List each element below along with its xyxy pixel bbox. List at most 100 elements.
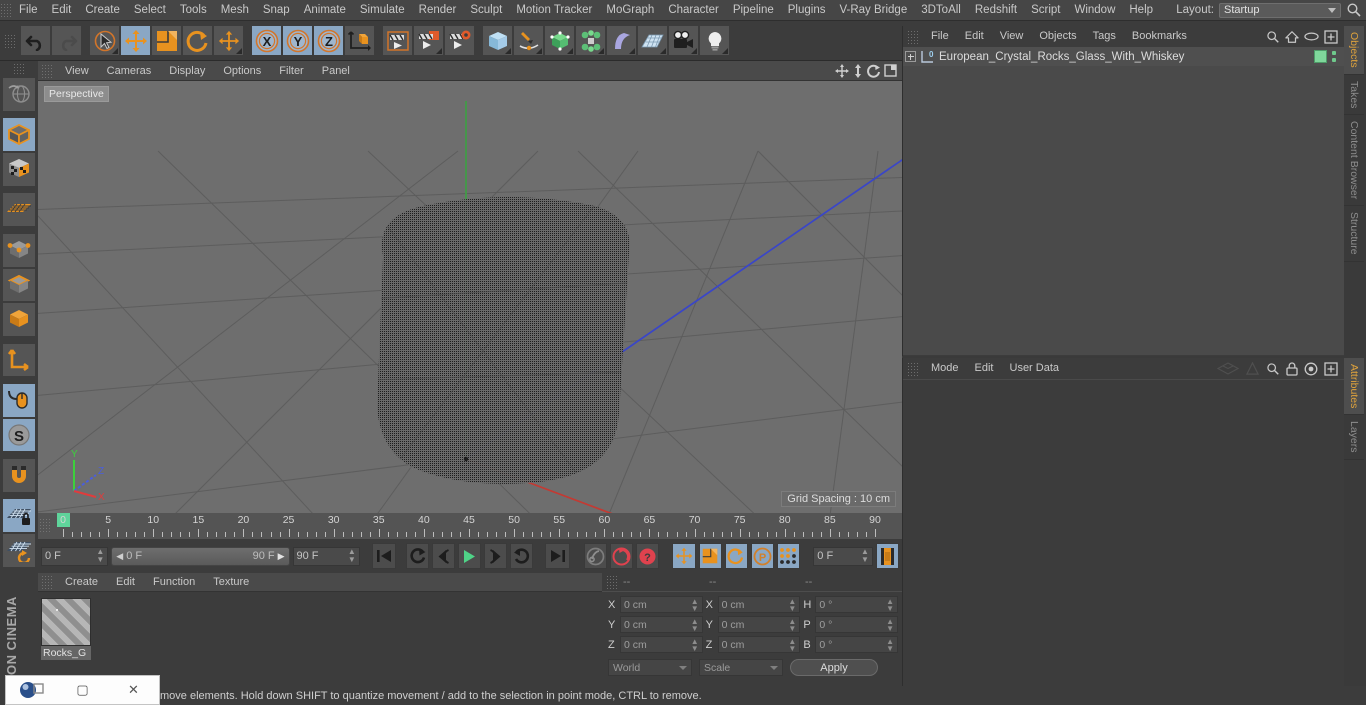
menu-render[interactable]: Render xyxy=(412,0,464,21)
polygons-mode-button[interactable] xyxy=(2,302,36,337)
object-grip[interactable] xyxy=(907,29,919,44)
layout-dropdown[interactable]: Startup xyxy=(1219,2,1341,18)
move-axis-tool[interactable] xyxy=(213,25,244,56)
step-back-button[interactable] xyxy=(432,543,456,569)
render-settings-button[interactable] xyxy=(444,25,475,56)
menu-snap[interactable]: Snap xyxy=(256,0,297,21)
cone-icon[interactable] xyxy=(1245,361,1260,376)
record-active-objects-button[interactable] xyxy=(583,543,607,569)
position-z-field[interactable]: 0 cm ▲ ▼ xyxy=(620,636,703,653)
record-pla-button[interactable]: P xyxy=(750,543,774,569)
lock-x-axis-button[interactable]: X xyxy=(251,25,282,56)
vertical-tab-structure[interactable]: Structure xyxy=(1344,206,1364,262)
menu-simulate[interactable]: Simulate xyxy=(353,0,412,21)
transform-mode-dropdown[interactable]: Scale xyxy=(699,659,783,676)
add-spline-button[interactable] xyxy=(513,25,544,56)
workplane-mode-button[interactable] xyxy=(2,192,36,228)
stepper-icon[interactable]: ▲ ▼ xyxy=(861,548,869,564)
plus-box-icon[interactable] xyxy=(1324,361,1338,376)
plus-box-icon[interactable] xyxy=(1324,29,1338,44)
expand-icon[interactable] xyxy=(905,51,916,62)
move-tool[interactable] xyxy=(120,25,151,56)
attribute-menu-edit[interactable]: Edit xyxy=(967,358,1002,379)
viewport-menu-view[interactable]: View xyxy=(56,61,98,81)
rotation-p-field[interactable]: 0 ° ▲ ▼ xyxy=(815,616,899,633)
previous-keyframe-button[interactable] xyxy=(406,543,430,569)
stepper-icon[interactable]: ▲ ▼ xyxy=(691,597,699,612)
add-cube-button[interactable] xyxy=(482,25,513,56)
rotate-view-icon[interactable] xyxy=(867,64,881,78)
size-y-field[interactable]: 0 cm ▲ ▼ xyxy=(717,616,801,633)
current-frame-field[interactable]: 0 F ▲ ▼ xyxy=(41,546,109,566)
viewport-menu-panel[interactable]: Panel xyxy=(313,61,359,81)
soft-selection-button[interactable]: S xyxy=(2,417,36,453)
object-menu-bookmarks[interactable]: Bookmarks xyxy=(1124,26,1195,47)
viewport-menu-filter[interactable]: Filter xyxy=(270,61,312,81)
visibility-dots[interactable] xyxy=(1332,51,1336,62)
rotate-tool[interactable] xyxy=(182,25,213,56)
go-to-end-button[interactable] xyxy=(545,543,571,569)
material-menu-create[interactable]: Create xyxy=(56,573,107,592)
material-list[interactable]: Rocks_G xyxy=(38,592,602,660)
range-left-arrow-icon[interactable]: ◀ xyxy=(116,551,123,562)
planar-workplane-button[interactable] xyxy=(2,533,36,568)
menu-script[interactable]: Script xyxy=(1024,0,1067,21)
lock-icon[interactable] xyxy=(1286,361,1298,376)
menu-select[interactable]: Select xyxy=(127,0,173,21)
timeline-ruler-track[interactable]: 0 5 10 15 20 25 30 35 40 45 50 55 60 65 70 75 80 85 90 xyxy=(53,513,902,539)
material-tag[interactable] xyxy=(1314,50,1327,63)
timeline-ruler[interactable]: 0 5 10 15 20 25 30 35 40 45 50 55 60 65 70 75 80 85 90 xyxy=(38,513,902,539)
go-to-start-button[interactable] xyxy=(371,543,397,569)
viewport-menu-display[interactable]: Display xyxy=(160,61,214,81)
search-icon[interactable] xyxy=(1266,362,1280,376)
magnet-tool-button[interactable] xyxy=(2,458,36,493)
object-row[interactable]: 0 European_Crystal_Rocks_Glass_With_Whisk… xyxy=(903,47,1344,66)
lock-z-axis-button[interactable]: Z xyxy=(313,25,344,56)
edges-mode-button[interactable] xyxy=(2,267,36,303)
material-menu-function[interactable]: Function xyxy=(144,573,204,592)
attribute-menu-mode[interactable]: Mode xyxy=(923,358,967,379)
search-icon[interactable] xyxy=(1346,2,1362,18)
menu-animate[interactable]: Animate xyxy=(297,0,353,21)
add-camera-button[interactable] xyxy=(668,25,699,56)
add-light-button[interactable] xyxy=(699,25,730,56)
add-deformer-button[interactable] xyxy=(606,25,637,56)
vertical-tab-content-browser[interactable]: Content Browser xyxy=(1344,115,1364,207)
menu-plugins[interactable]: Plugins xyxy=(781,0,833,21)
size-x-field[interactable]: 0 cm ▲ ▼ xyxy=(717,596,801,613)
object-menu-objects[interactable]: Objects xyxy=(1031,26,1084,47)
undo-button[interactable] xyxy=(20,25,51,56)
object-axis-button[interactable] xyxy=(2,342,36,378)
left-toolbar-grip[interactable] xyxy=(13,63,25,75)
menu-tools[interactable]: Tools xyxy=(173,0,214,21)
timeline-range-slider[interactable]: ◀ 0 F 90 F ▶ xyxy=(111,546,290,566)
step-forward-button[interactable] xyxy=(484,543,508,569)
menu-sculpt[interactable]: Sculpt xyxy=(463,0,509,21)
object-menu-view[interactable]: View xyxy=(992,26,1032,47)
menu-redshift[interactable]: Redshift xyxy=(968,0,1024,21)
close-icon[interactable]: ✕ xyxy=(108,675,159,705)
stepper-icon[interactable]: ▲ ▼ xyxy=(886,597,894,612)
material-thumbnail[interactable] xyxy=(41,598,91,646)
vertical-tab-layers[interactable]: Layers xyxy=(1344,415,1364,460)
world-object-coordinate-button[interactable] xyxy=(344,25,375,56)
object-menu-file[interactable]: File xyxy=(923,26,957,47)
material-menu-texture[interactable]: Texture xyxy=(204,573,258,592)
lock-workplane-button[interactable] xyxy=(2,498,36,534)
menu-create[interactable]: Create xyxy=(78,0,127,21)
render-region-button[interactable] xyxy=(413,25,444,56)
eye-icon[interactable] xyxy=(1304,31,1319,42)
keyframe-selection-button[interactable]: ? xyxy=(635,543,659,569)
pan-view-icon[interactable] xyxy=(835,63,849,78)
add-generator-button[interactable] xyxy=(544,25,575,56)
add-floor-button[interactable] xyxy=(637,25,668,56)
rotation-h-field[interactable]: 0 ° ▲ ▼ xyxy=(815,596,899,613)
material-grip[interactable] xyxy=(41,575,53,589)
target-icon[interactable] xyxy=(1304,362,1318,376)
move-view-icon[interactable] xyxy=(852,63,864,78)
attribute-menu-user-data[interactable]: User Data xyxy=(1002,358,1068,379)
attribute-grip[interactable] xyxy=(907,361,919,376)
stepper-icon[interactable]: ▲ ▼ xyxy=(788,597,796,612)
overlay-window[interactable]: ▢ ✕ xyxy=(5,675,160,705)
record-scale-button[interactable] xyxy=(698,543,722,569)
